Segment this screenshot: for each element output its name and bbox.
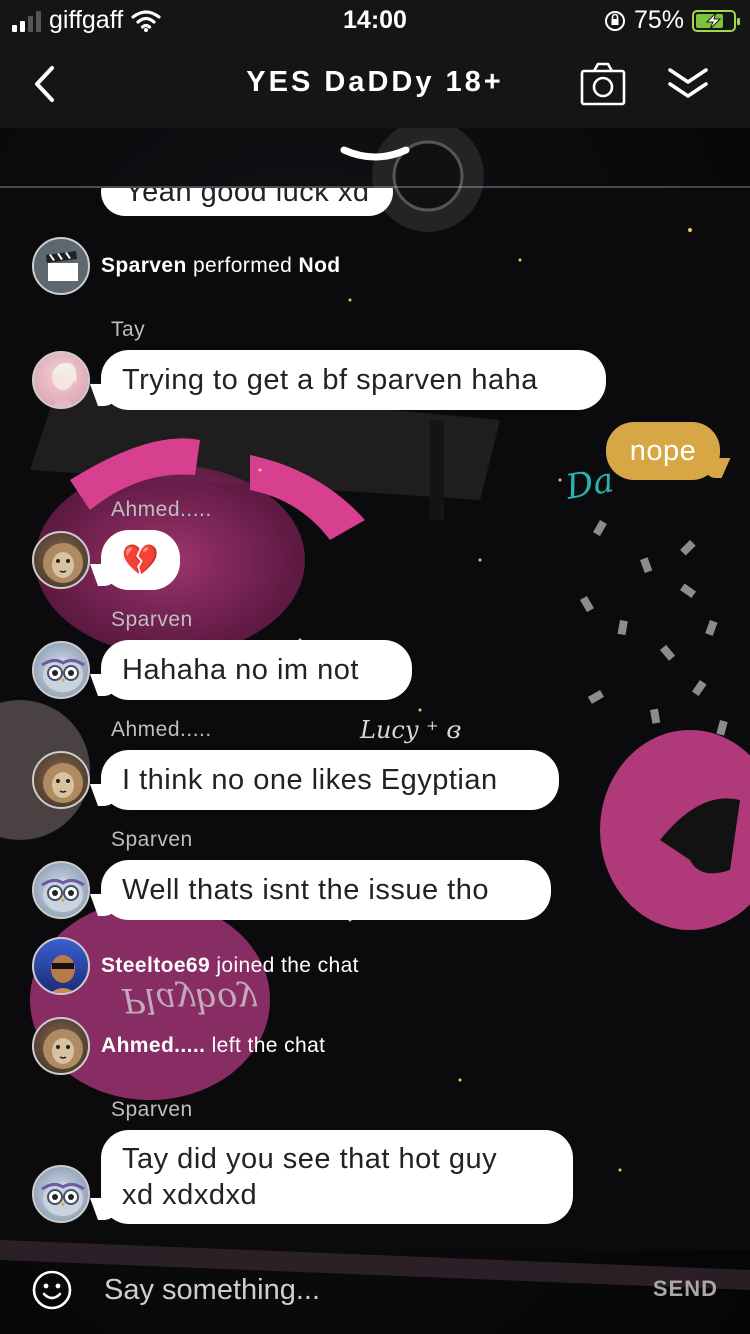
neon-sign-text: Da	[562, 460, 617, 508]
status-bar: giffgaff 14:00 75%	[0, 0, 750, 40]
my-message-bubble: nope	[606, 422, 720, 480]
avatar-ahmed[interactable]	[32, 531, 90, 589]
action-user: Sparven	[101, 254, 187, 277]
send-button[interactable]: SEND	[653, 1276, 718, 1302]
message-input[interactable]	[104, 1268, 554, 1312]
action-emote: Nod	[298, 254, 341, 277]
chat-divider	[0, 186, 750, 188]
message-sender: Ahmed.....	[111, 498, 212, 521]
emoji-button[interactable]	[32, 1270, 72, 1310]
message-composer: SEND	[0, 1250, 750, 1334]
message-bubble: Tay did you see that hot guy xd xdxdxd	[101, 1130, 573, 1224]
avatar-ahmed[interactable]	[32, 1017, 90, 1075]
orientation-lock-icon	[604, 10, 625, 31]
avatar-steeltoe69[interactable]	[32, 937, 90, 995]
broken-heart-emoji: 💔	[121, 543, 160, 577]
message-bubble: I think no one likes Egyptian	[101, 750, 559, 810]
avatar-sparven-clapperboard[interactable]	[32, 237, 90, 295]
joined-event: joined the chat	[216, 954, 359, 977]
avatar-sparven[interactable]	[32, 641, 90, 699]
joined-user: Steeltoe69	[101, 954, 211, 977]
message-text: Trying to get a bf sparven haha	[122, 363, 538, 396]
room-header: YES DaDDy 18+	[0, 40, 750, 128]
left-user: Ahmed.....	[101, 1034, 206, 1057]
room-title: YES DaDDy 18+	[246, 66, 504, 98]
avatar-sparven[interactable]	[32, 1165, 90, 1223]
message-bubble: 💔	[101, 530, 180, 590]
collapse-chat-button[interactable]	[664, 64, 712, 104]
join-line: Steeltoe69 joined the chat	[101, 954, 359, 978]
message-text: nope	[629, 434, 697, 467]
message-text: Hahaha no im not	[122, 653, 359, 686]
battery-percent: 75%	[633, 6, 684, 34]
avatar-sparven[interactable]	[32, 861, 90, 919]
message-sender: Tay	[111, 318, 146, 341]
action-verb: performed	[192, 254, 293, 277]
message-text: Well thats isnt the issue tho	[122, 873, 489, 906]
message-bubble: Hahaha no im not	[101, 640, 412, 700]
message-sender: Sparven	[111, 828, 193, 851]
double-chevron-down-icon	[668, 68, 708, 98]
message-text-line-1: Tay did you see that hot guy	[122, 1143, 498, 1175]
avatar-tay[interactable]	[32, 351, 90, 409]
message-text: I think no one likes Egyptian	[122, 763, 498, 796]
leave-line: Ahmed..... left the chat	[101, 1034, 325, 1058]
camera-icon	[580, 62, 626, 106]
message-bubble: Well thats isnt the issue tho	[101, 860, 551, 920]
left-event: left the chat	[211, 1034, 326, 1057]
chevron-down-icon	[340, 146, 410, 161]
playboy-sign-text: Playboy	[122, 980, 257, 1020]
chat-pull-handle[interactable]	[340, 144, 410, 172]
message-sender: Sparven	[111, 608, 193, 631]
message-sender: Sparven	[111, 1098, 193, 1121]
message-bubble: Trying to get a bf sparven haha	[101, 350, 606, 410]
lucy-name-tag: Lucy ⁺ ɞ	[360, 716, 462, 744]
message-text-line-2: xd xdxdxd	[122, 1179, 258, 1211]
camera-button[interactable]	[580, 62, 626, 106]
message-sender: Ahmed.....	[111, 718, 212, 741]
action-line: Sparven performed Nod	[101, 254, 341, 278]
smiley-icon	[32, 1270, 72, 1310]
avatar-ahmed[interactable]	[32, 751, 90, 809]
battery-charging-icon	[692, 9, 740, 32]
